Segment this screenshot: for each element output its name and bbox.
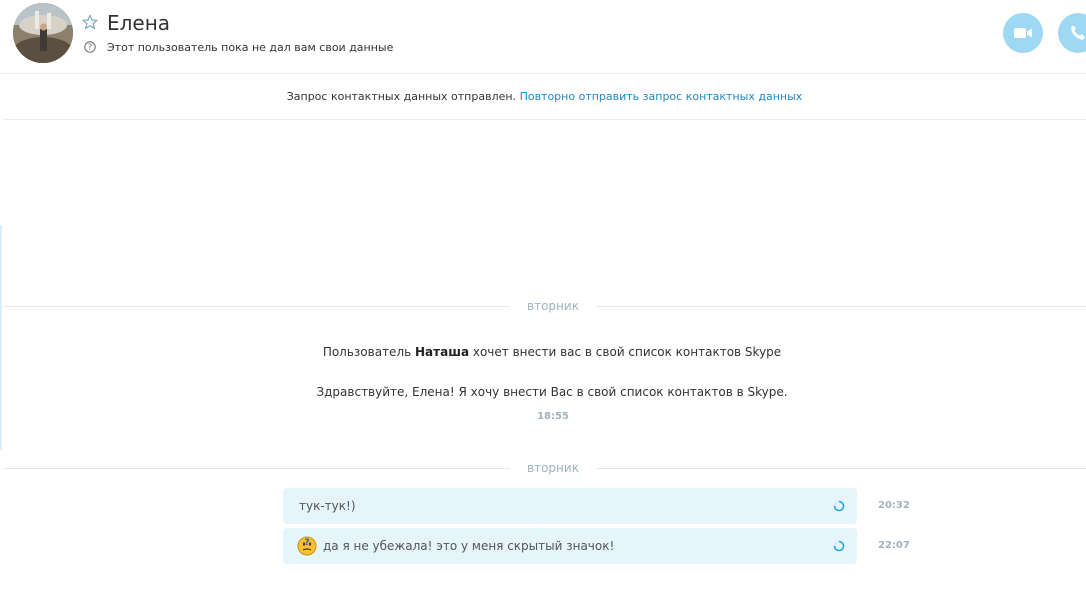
svg-text:?: ? [304,538,309,548]
separator-line [3,306,510,307]
requesting-user: Наташа [415,345,470,359]
day-label: вторник [527,299,579,313]
conversation-header: Елена ? Этот пользователь пока не дал ва… [0,0,1086,74]
avatar[interactable] [13,3,73,63]
separator-line [596,468,1086,469]
skype-chat-window: Елена ? Этот пользователь пока не дал ва… [0,0,1086,593]
sending-spinner-icon [833,540,845,552]
request-sent-text: Запрос контактных данных отправлен. [286,90,517,103]
left-panel-edge [0,225,2,450]
video-call-button[interactable] [1003,13,1043,53]
avatar-photo [13,3,73,63]
separator-line [3,468,510,469]
message-time: 20:32 [878,500,910,511]
day-separator: вторник [3,298,1086,314]
message-bubble[interactable]: ? да я не убежала! это у меня скрытый зн… [283,528,857,564]
phone-icon [1071,25,1085,40]
notice-suffix: хочет внести вас в свой список контактов… [469,345,782,359]
contact-request-bar: Запрос контактных данных отправлен. Повт… [3,74,1086,120]
day-separator: вторник [3,460,1086,476]
sending-spinner-icon [833,500,845,512]
contact-request-notice: Пользователь Наташа хочет внести вас в с… [3,343,1086,361]
help-icon: ? [84,41,96,53]
audio-call-button[interactable] [1058,13,1086,53]
svg-text:?: ? [88,43,92,52]
contact-status: Этот пользователь пока не дал вам свои д… [107,41,394,54]
notice-prefix: Пользователь [322,345,415,359]
resend-request-link[interactable]: Повторно отправить запрос контактных дан… [520,90,803,103]
confused-emoji-icon: ? [297,536,317,556]
video-camera-icon [1014,28,1032,38]
day-label: вторник [527,461,579,475]
message-time: 22:07 [878,540,910,551]
request-time: 18:55 [537,411,569,422]
message-text: тук-тук!) [299,499,356,513]
contact-name: Елена [107,11,171,35]
message-text: да я не убежала! это у меня скрытый знач… [323,539,615,553]
star-icon[interactable] [82,14,98,30]
separator-line [596,306,1086,307]
contact-request-greeting: Здравствуйте, Елена! Я хочу внести Вас в… [316,385,788,399]
message-bubble[interactable]: тук-тук!) [283,488,857,524]
